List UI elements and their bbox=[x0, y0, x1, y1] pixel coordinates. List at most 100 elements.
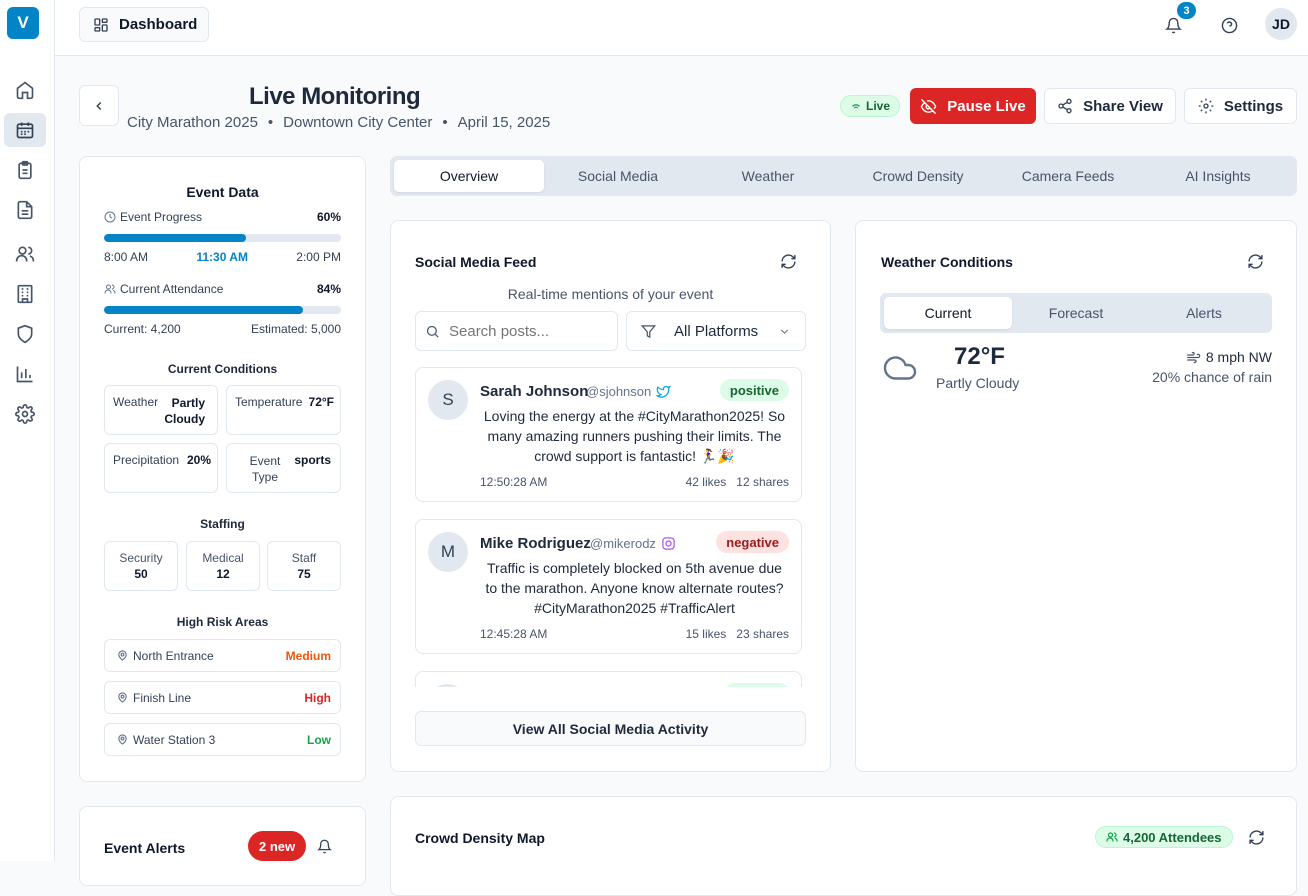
platform-filter-value: All Platforms bbox=[674, 322, 759, 340]
tab-overview[interactable]: Overview bbox=[394, 160, 544, 192]
tab-social-media[interactable]: Social Media bbox=[543, 160, 693, 192]
share-view-label: Share View bbox=[1083, 97, 1163, 115]
home-icon[interactable] bbox=[4, 73, 46, 107]
precipitation-label: Precipitation bbox=[113, 453, 180, 467]
tab-alerts[interactable]: Alerts bbox=[1140, 297, 1268, 329]
post-handle: @mikerodz bbox=[590, 536, 656, 551]
risk-area-name: Water Station 3 bbox=[133, 732, 216, 747]
social-feed-title: Social Media Feed bbox=[415, 254, 537, 270]
search-posts-field[interactable] bbox=[415, 311, 618, 351]
event-date: April 15, 2025 bbox=[457, 114, 551, 131]
search-icon bbox=[426, 325, 439, 338]
filter-icon bbox=[641, 324, 656, 338]
separator: • bbox=[267, 114, 274, 131]
crowd-density-card: Crowd Density Map 4,200 Attendees bbox=[390, 796, 1297, 896]
post-stats: 42 likes 12 shares bbox=[686, 475, 789, 489]
separator: • bbox=[442, 114, 448, 131]
risk-area-name: North Entrance bbox=[133, 648, 214, 663]
cloud-icon bbox=[880, 350, 920, 386]
risk-title: High Risk Areas bbox=[176, 615, 269, 629]
temperature-label: Temperature bbox=[235, 395, 303, 409]
risk-area-item[interactable]: Finish Line High bbox=[104, 681, 341, 714]
app-logo[interactable]: V bbox=[7, 7, 39, 39]
settings-icon[interactable] bbox=[4, 397, 46, 431]
settings-label: Settings bbox=[1223, 97, 1284, 115]
chart-icon[interactable] bbox=[4, 357, 46, 391]
pause-live-button[interactable]: Pause Live bbox=[910, 88, 1036, 124]
social-feed-subtitle: Real-time mentions of your event bbox=[507, 286, 714, 302]
post-footer: 12:45:28 AM 15 likes 23 shares bbox=[480, 627, 789, 641]
post-text: Loving the energy at the #CityMarathon20… bbox=[483, 408, 786, 464]
eye-off-icon bbox=[920, 98, 937, 114]
refresh-icon[interactable] bbox=[780, 253, 797, 270]
risk-area-item[interactable]: Water Station 3 Low bbox=[104, 723, 341, 756]
share-view-button[interactable]: Share View bbox=[1044, 88, 1176, 124]
current-condition: Partly Cloudy bbox=[936, 375, 1020, 391]
progress-bar bbox=[104, 234, 341, 242]
share-icon bbox=[1058, 98, 1072, 114]
tab-ai-insights[interactable]: AI Insights bbox=[1143, 160, 1293, 192]
monitoring-tabs: Overview Social Media Weather Crowd Dens… bbox=[390, 156, 1297, 196]
sidebar: V bbox=[0, 0, 55, 861]
tab-weather[interactable]: Weather bbox=[693, 160, 843, 192]
progress-label-group: Event Progress bbox=[104, 210, 202, 224]
event-name: City Marathon 2025 bbox=[127, 114, 258, 131]
wind-info: 8 mph NW bbox=[1186, 349, 1272, 365]
tab-camera-feeds[interactable]: Camera Feeds bbox=[993, 160, 1143, 192]
social-post[interactable]: M Mike Rodriguez @mikerodz negative Traf… bbox=[415, 519, 802, 654]
staff-label: Security bbox=[119, 551, 163, 565]
live-label: Live bbox=[865, 99, 890, 113]
platform-filter-select[interactable]: All Platforms bbox=[626, 311, 806, 351]
dashboard-button[interactable]: Dashboard bbox=[79, 7, 209, 42]
attendees-badge: 4,200 Attendees bbox=[1095, 826, 1233, 848]
staffing-title: Staffing bbox=[200, 517, 245, 531]
users-icon bbox=[1106, 832, 1118, 842]
tab-crowd-density[interactable]: Crowd Density bbox=[843, 160, 993, 192]
post-avatar: M bbox=[428, 532, 468, 572]
attendance-label-group: Current Attendance bbox=[104, 282, 223, 296]
calendar-icon[interactable] bbox=[4, 113, 46, 147]
tab-current[interactable]: Current bbox=[884, 297, 1012, 329]
users-icon[interactable] bbox=[4, 237, 46, 271]
twitter-icon bbox=[656, 384, 671, 399]
progress-bar-fill bbox=[104, 234, 247, 242]
users-icon bbox=[104, 284, 116, 294]
tab-forecast[interactable]: Forecast bbox=[1012, 297, 1140, 329]
risk-area-item[interactable]: North Entrance Medium bbox=[104, 639, 341, 672]
attendance-percent: 84% bbox=[316, 282, 341, 296]
help-icon[interactable] bbox=[1216, 12, 1242, 38]
social-post[interactable]: S Sarah Johnson @sjohnson positive Lovin… bbox=[415, 367, 802, 502]
user-avatar[interactable]: JD bbox=[1265, 8, 1297, 40]
staff-staff: Staff 75 bbox=[267, 541, 341, 591]
staff-value: 50 bbox=[134, 567, 148, 581]
map-pin-icon bbox=[118, 650, 127, 661]
document-icon[interactable] bbox=[4, 193, 46, 227]
staff-security: Security 50 bbox=[104, 541, 178, 591]
search-input[interactable] bbox=[449, 322, 599, 340]
risk-level: Low bbox=[307, 732, 331, 747]
refresh-icon[interactable] bbox=[1247, 253, 1264, 270]
progress-end: 2:00 PM bbox=[296, 250, 341, 264]
post-author: Sarah Johnson bbox=[480, 383, 589, 400]
view-all-social-button[interactable]: View All Social Media Activity bbox=[415, 711, 806, 746]
weather-condition-box: Weather Partly Cloudy bbox=[104, 385, 218, 435]
wind-icon bbox=[1187, 351, 1201, 363]
settings-button[interactable]: Settings bbox=[1184, 88, 1297, 124]
staff-value: 75 bbox=[297, 567, 311, 581]
refresh-icon[interactable] bbox=[1248, 829, 1265, 846]
building-icon[interactable] bbox=[4, 277, 46, 311]
staff-label: Staff bbox=[291, 551, 317, 565]
risk-area-name: Finish Line bbox=[133, 690, 192, 705]
post-stats: 15 likes 23 shares bbox=[686, 627, 789, 641]
bell-icon[interactable] bbox=[317, 839, 332, 854]
precipitation-value: 20% bbox=[186, 453, 211, 467]
clipboard-icon[interactable] bbox=[4, 153, 46, 187]
shield-icon[interactable] bbox=[4, 317, 46, 351]
staff-medical: Medical 12 bbox=[186, 541, 260, 591]
attendance-current: Current: 4,200 bbox=[104, 322, 181, 336]
back-button[interactable] bbox=[79, 85, 119, 126]
crowd-density-title: Crowd Density Map bbox=[415, 830, 545, 846]
social-post-clipped bbox=[415, 671, 802, 687]
post-likes: 42 likes bbox=[685, 475, 727, 489]
risk-level: Medium bbox=[285, 648, 331, 663]
